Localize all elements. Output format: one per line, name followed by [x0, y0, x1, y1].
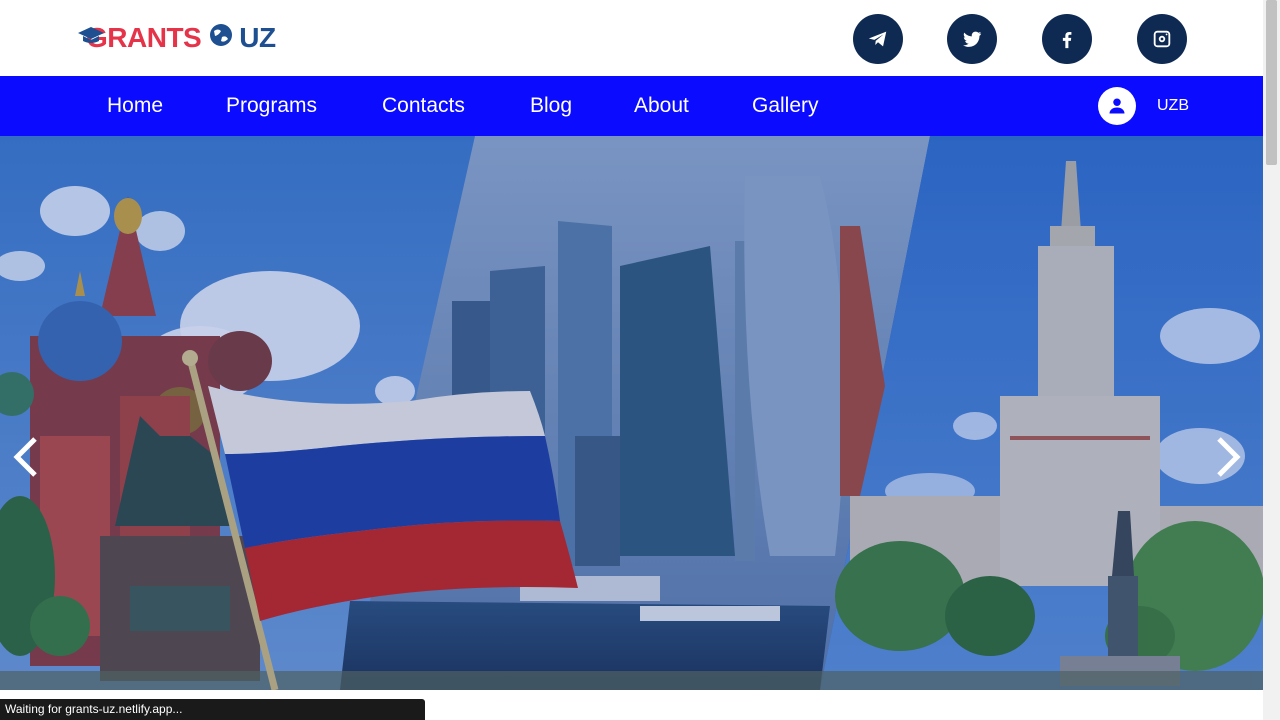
telegram-button[interactable] [853, 14, 903, 64]
slider-next-button[interactable] [1208, 432, 1248, 482]
instagram-icon [1153, 30, 1171, 48]
browser-status-bar: Waiting for grants-uz.netlify.app... [0, 699, 425, 720]
top-header: GRANTS UZ [0, 0, 1263, 76]
scrollbar-thumb[interactable] [1266, 0, 1277, 165]
nav-programs[interactable]: Programs [226, 76, 317, 136]
page-scrollbar[interactable] [1263, 0, 1280, 720]
facebook-button[interactable] [1042, 14, 1092, 64]
slider-prev-button[interactable] [6, 432, 46, 482]
nav-contacts[interactable]: Contacts [382, 76, 465, 136]
instagram-button[interactable] [1137, 14, 1187, 64]
user-account-button[interactable] [1098, 87, 1136, 125]
chevron-right-icon [1217, 437, 1241, 477]
language-switcher[interactable]: UZB [1157, 76, 1189, 136]
user-icon [1109, 98, 1125, 114]
chevron-left-icon [13, 437, 37, 477]
twitter-button[interactable] [947, 14, 997, 64]
nav-blog[interactable]: Blog [530, 76, 572, 136]
social-links [0, 14, 1263, 64]
twitter-icon [963, 31, 982, 47]
hero-slider [0, 136, 1263, 690]
nav-gallery[interactable]: Gallery [752, 76, 819, 136]
telegram-icon [868, 31, 887, 47]
nav-about[interactable]: About [634, 76, 689, 136]
nav-home[interactable]: Home [107, 76, 163, 136]
main-nav: Home Programs Contacts Blog About Galler… [0, 76, 1263, 136]
facebook-icon [1062, 31, 1072, 49]
hero-image [0, 136, 1263, 690]
